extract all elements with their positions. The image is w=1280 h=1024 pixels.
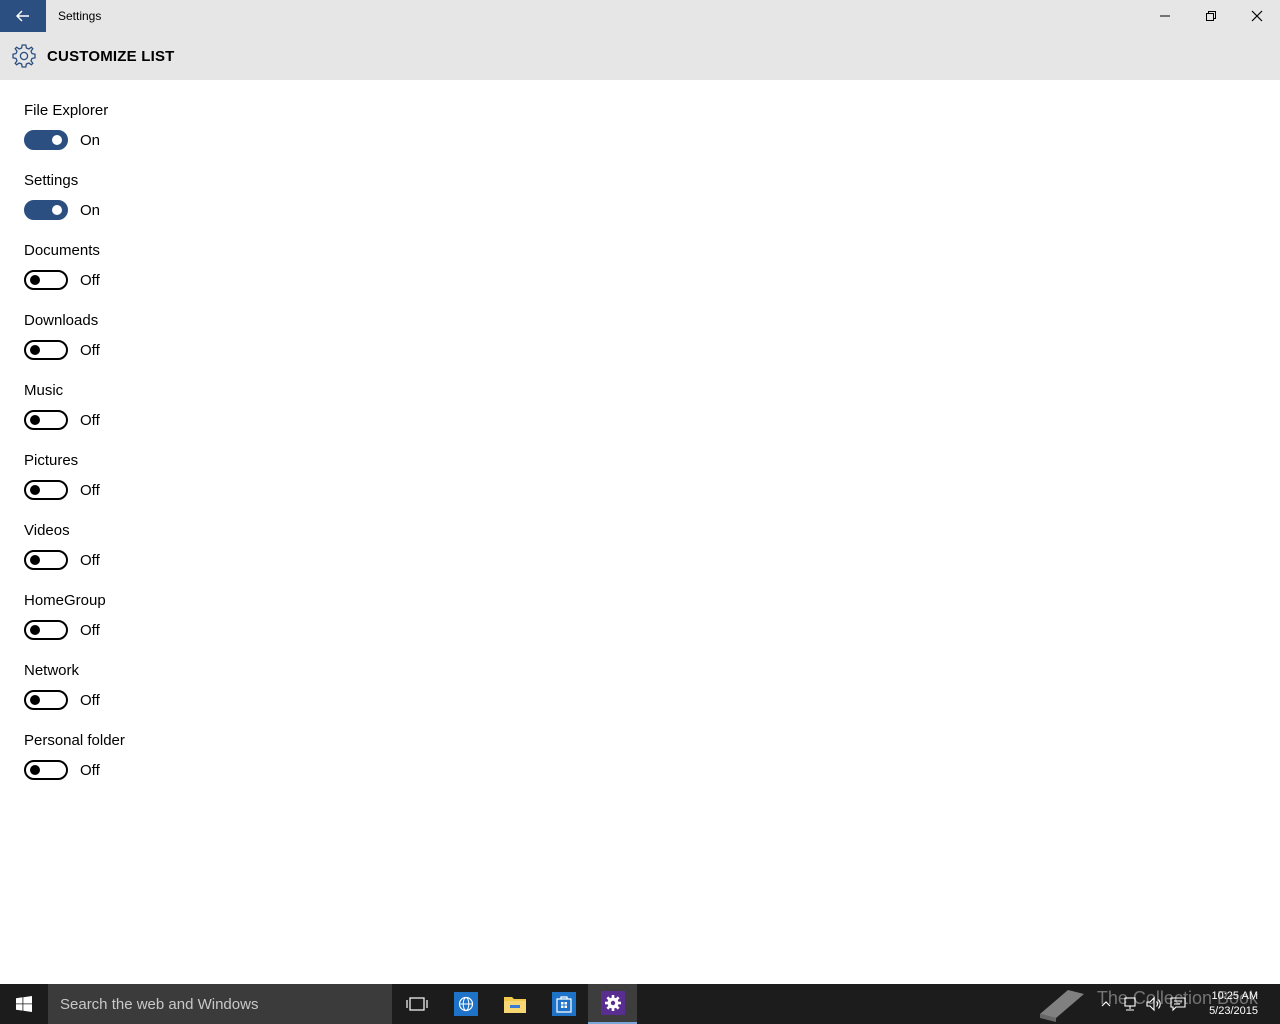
toggle-state: Off xyxy=(80,271,100,289)
title-bar: Settings xyxy=(0,0,1280,32)
toggle-state: Off xyxy=(80,481,100,499)
taskbar-store-button[interactable] xyxy=(539,984,588,1024)
toggle-label: Videos xyxy=(24,522,70,539)
minimize-button[interactable] xyxy=(1142,0,1188,32)
toggle-label: Music xyxy=(24,382,64,399)
documents-toggle[interactable] xyxy=(24,270,68,290)
taskbar-settings-button[interactable] xyxy=(588,984,637,1024)
toggle-state: Off xyxy=(80,621,100,639)
personal-folder-toggle[interactable] xyxy=(24,760,68,780)
toggle-knob xyxy=(30,625,40,635)
toggle-state: Off xyxy=(80,691,100,709)
store-bag-icon xyxy=(551,992,576,1016)
back-button[interactable] xyxy=(0,0,46,32)
toggle-knob xyxy=(52,135,62,145)
speaker-icon xyxy=(1146,996,1161,1012)
toggle-label: HomeGroup xyxy=(24,592,106,609)
restore-icon xyxy=(1206,11,1216,21)
toggle-knob xyxy=(30,695,40,705)
notification-icon xyxy=(1170,997,1186,1012)
toggle-label: File Explorer xyxy=(24,102,109,119)
network-toggle[interactable] xyxy=(24,690,68,710)
book-logo-icon xyxy=(1040,990,1084,1022)
list-item-network: Network Off xyxy=(24,660,125,730)
toggle-state: Off xyxy=(80,341,100,359)
page-title: CUSTOMIZE LIST xyxy=(47,47,175,65)
clock[interactable]: 10:25 AM 5/23/2015 xyxy=(1190,989,1280,1019)
toggle-knob xyxy=(52,205,62,215)
toggle-label: Network xyxy=(24,662,80,679)
list-item-pictures: Pictures Off xyxy=(24,450,125,520)
settings-window: Settings CUSTOMIZE LIST File Explorer On… xyxy=(0,0,1280,984)
toggle-knob xyxy=(30,345,40,355)
close-button[interactable] xyxy=(1234,0,1280,32)
task-view-button[interactable] xyxy=(392,984,441,1024)
homegroup-toggle[interactable] xyxy=(24,620,68,640)
show-hidden-icons-button[interactable] xyxy=(1094,984,1118,1024)
toggle-state: Off xyxy=(80,551,100,569)
toggle-state: Off xyxy=(80,761,100,779)
minimize-icon xyxy=(1160,15,1170,17)
list-item-videos: Videos Off xyxy=(24,520,125,590)
app-title: Settings xyxy=(58,9,102,23)
page-header: CUSTOMIZE LIST xyxy=(0,32,1280,80)
toggle-knob xyxy=(30,555,40,565)
pictures-toggle[interactable] xyxy=(24,480,68,500)
list-item-homegroup: HomeGroup Off xyxy=(24,590,125,660)
list-item-music: Music Off xyxy=(24,380,125,450)
chevron-up-icon xyxy=(1101,1001,1111,1007)
network-tray-button[interactable] xyxy=(1118,984,1142,1024)
toggle-label: Downloads xyxy=(24,312,99,329)
toggle-state: Off xyxy=(80,411,100,429)
system-tray: The Collection Book 10:25 AM 5/23/2015 xyxy=(1040,984,1280,1024)
toggle-label: Pictures xyxy=(24,452,79,469)
restore-button[interactable] xyxy=(1188,0,1234,32)
windows-logo-icon xyxy=(16,996,32,1012)
settings-gear-icon xyxy=(600,991,625,1015)
downloads-toggle[interactable] xyxy=(24,340,68,360)
toggle-knob xyxy=(30,275,40,285)
videos-toggle[interactable] xyxy=(24,550,68,570)
folder-toggle-list: File Explorer On Settings On Documents O… xyxy=(24,100,125,800)
toggle-knob xyxy=(30,415,40,425)
file-explorer-toggle[interactable] xyxy=(24,130,68,150)
taskbar: Search the web and Windows The Collectio… xyxy=(0,984,1280,1024)
list-item-file-explorer: File Explorer On xyxy=(24,100,125,170)
toggle-state: On xyxy=(80,201,101,219)
toggle-knob xyxy=(30,765,40,775)
task-view-icon xyxy=(405,997,428,1011)
search-placeholder: Search the web and Windows xyxy=(60,995,259,1013)
close-icon xyxy=(1251,10,1263,22)
taskbar-browser-button[interactable] xyxy=(441,984,490,1024)
clock-date: 5/23/2015 xyxy=(1209,1005,1258,1017)
music-toggle[interactable] xyxy=(24,410,68,430)
action-center-button[interactable] xyxy=(1166,984,1190,1024)
clock-time: 10:25 AM xyxy=(1211,990,1258,1002)
settings-toggle[interactable] xyxy=(24,200,68,220)
list-item-settings: Settings On xyxy=(24,170,125,240)
volume-tray-button[interactable] xyxy=(1142,984,1166,1024)
window-controls xyxy=(1142,0,1280,32)
list-item-downloads: Downloads Off xyxy=(24,310,125,380)
taskbar-search-box[interactable]: Search the web and Windows xyxy=(48,984,392,1024)
browser-globe-icon xyxy=(453,992,478,1016)
toggle-label: Documents xyxy=(24,242,100,259)
back-arrow-icon xyxy=(16,10,29,22)
gear-icon xyxy=(11,43,37,69)
taskbar-file-explorer-button[interactable] xyxy=(490,984,539,1024)
toggle-knob xyxy=(30,485,40,495)
list-item-personal-folder: Personal folder Off xyxy=(24,730,125,800)
start-button[interactable] xyxy=(0,984,48,1024)
folder-icon xyxy=(503,997,526,1013)
network-icon xyxy=(1124,997,1136,1011)
list-item-documents: Documents Off xyxy=(24,240,125,310)
toggle-state: On xyxy=(80,131,101,149)
toggle-label: Settings xyxy=(24,172,79,189)
toggle-label: Personal folder xyxy=(24,732,125,749)
